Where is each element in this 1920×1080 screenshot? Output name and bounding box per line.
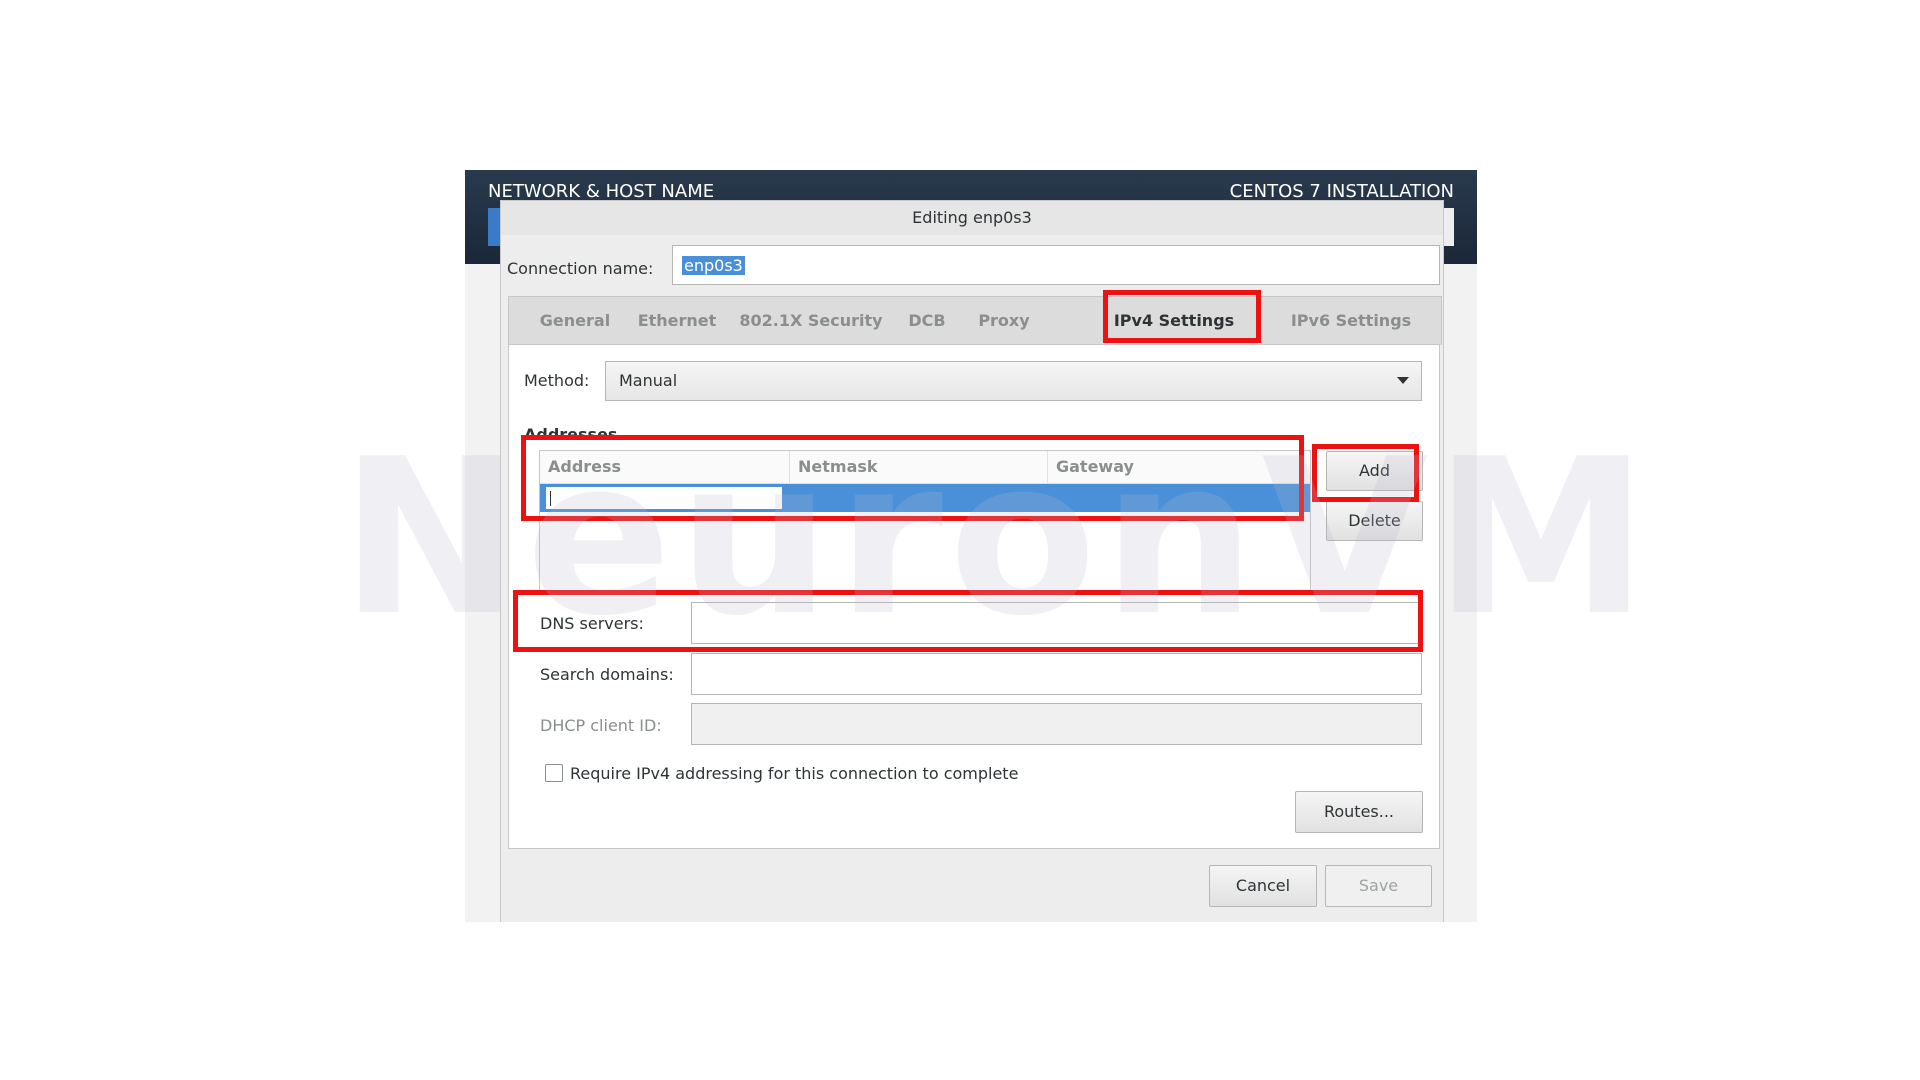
- installer-title: NETWORK & HOST NAME: [488, 181, 715, 202]
- edit-connection-dialog: Editing enp0s3 Connection name: enp0s3 G…: [500, 200, 1444, 924]
- require-ipv4-checkbox[interactable]: [545, 764, 563, 782]
- column-address[interactable]: Address: [540, 451, 790, 483]
- tab-dcb[interactable]: DCB: [895, 297, 959, 345]
- installer-product: CENTOS 7 INSTALLATION: [1229, 181, 1454, 202]
- method-value: Manual: [619, 371, 678, 390]
- dialog-title: Editing enp0s3: [501, 201, 1443, 235]
- add-address-button[interactable]: Add: [1326, 451, 1423, 491]
- tab-general[interactable]: General: [527, 297, 623, 345]
- column-netmask[interactable]: Netmask: [790, 451, 1048, 483]
- connection-name-input[interactable]: enp0s3: [672, 245, 1440, 285]
- installer-done-button-edge[interactable]: [488, 208, 500, 246]
- tab-ipv6-settings[interactable]: IPv6 Settings: [1276, 297, 1426, 345]
- routes-button[interactable]: Routes...: [1295, 791, 1423, 833]
- bottom-fade: [0, 922, 1920, 1080]
- dhcp-client-id-input[interactable]: [691, 703, 1422, 745]
- delete-address-button[interactable]: Delete: [1326, 501, 1423, 541]
- ipv4-settings-panel: Method: Manual Addresses Address Netmask…: [508, 344, 1440, 849]
- chevron-down-icon: [1397, 377, 1409, 384]
- column-gateway[interactable]: Gateway: [1048, 451, 1310, 483]
- addresses-table-header: Address Netmask Gateway: [540, 451, 1310, 484]
- table-row[interactable]: [540, 484, 1310, 512]
- dns-servers-label: DNS servers:: [540, 614, 644, 633]
- method-label: Method:: [524, 371, 590, 390]
- text-caret: [550, 491, 551, 506]
- connection-name-value: enp0s3: [682, 256, 745, 275]
- search-domains-label: Search domains:: [540, 665, 674, 684]
- method-dropdown[interactable]: Manual: [605, 361, 1422, 401]
- tab-proxy[interactable]: Proxy: [963, 297, 1045, 345]
- settings-tabs: General Ethernet 802.1X Security DCB Pro…: [508, 296, 1442, 345]
- address-cell-input[interactable]: [545, 486, 783, 510]
- dns-servers-input[interactable]: [691, 602, 1422, 644]
- require-ipv4-label[interactable]: Require IPv4 addressing for this connect…: [570, 764, 1018, 783]
- dhcp-client-id-label: DHCP client ID:: [540, 716, 662, 735]
- tab-ipv4-settings[interactable]: IPv4 Settings: [1102, 297, 1246, 345]
- addresses-table[interactable]: Address Netmask Gateway: [539, 450, 1311, 595]
- tab-802-1x-security[interactable]: 802.1X Security: [731, 297, 891, 345]
- tab-ethernet[interactable]: Ethernet: [627, 297, 727, 345]
- addresses-heading: Addresses: [524, 425, 618, 444]
- cancel-button[interactable]: Cancel: [1209, 865, 1317, 907]
- save-button[interactable]: Save: [1325, 865, 1432, 907]
- search-domains-input[interactable]: [691, 653, 1422, 695]
- connection-name-label: Connection name:: [507, 259, 654, 278]
